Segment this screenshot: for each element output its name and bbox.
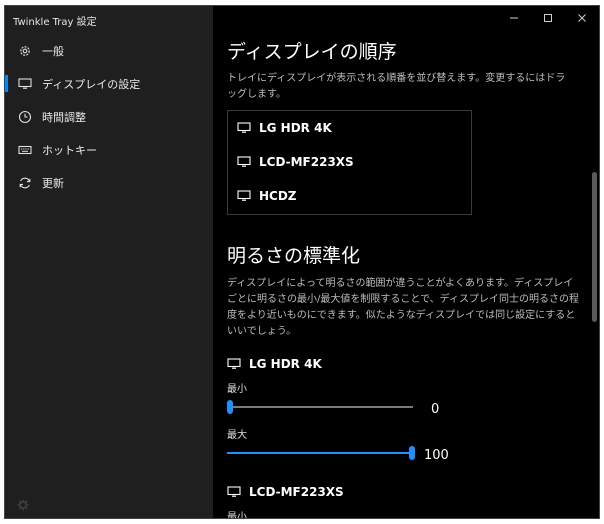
sidebar-nav: 一般 ディスプレイの設定 時間調整 ホットキー 更新 bbox=[5, 34, 213, 199]
sidebar-item-label: ホットキー bbox=[42, 143, 97, 157]
display-order-item[interactable]: HCDZ bbox=[228, 179, 471, 213]
min-value: 0 bbox=[431, 402, 440, 417]
min-brightness-slider[interactable] bbox=[227, 400, 417, 414]
sidebar-item-time[interactable]: 時間調整 bbox=[5, 100, 213, 133]
sidebar-item-label: 一般 bbox=[42, 44, 64, 58]
sidebar-item-hotkeys[interactable]: ホットキー bbox=[5, 133, 213, 166]
sidebar-item-label: 時間調整 bbox=[42, 110, 86, 124]
sidebar-item-update[interactable]: 更新 bbox=[5, 166, 213, 199]
sidebar: Twinkle Tray 設定 一般 ディスプレイの設定 時間調整 ホットキー … bbox=[5, 6, 213, 518]
monitor-icon bbox=[18, 77, 32, 91]
window-caption-buttons bbox=[497, 6, 599, 30]
normalize-display-header: LG HDR 4K bbox=[227, 357, 467, 371]
display-name: HCDZ bbox=[259, 189, 297, 203]
close-icon bbox=[578, 14, 586, 22]
display-name: LG HDR 4K bbox=[249, 357, 322, 371]
display-name: LG HDR 4K bbox=[259, 121, 332, 135]
scrollbar-thumb[interactable] bbox=[592, 172, 597, 322]
monitor-icon bbox=[237, 156, 251, 168]
max-brightness-slider[interactable] bbox=[227, 446, 417, 460]
order-section-title: ディスプレイの順序 bbox=[227, 41, 397, 63]
minimize-button[interactable] bbox=[497, 6, 531, 30]
minimize-icon bbox=[510, 17, 518, 19]
active-indicator bbox=[5, 75, 8, 92]
display-order-item[interactable]: LG HDR 4K bbox=[228, 111, 471, 145]
slider-track bbox=[227, 406, 413, 408]
sidebar-item-general[interactable]: 一般 bbox=[5, 34, 213, 67]
max-label: 最大 bbox=[227, 430, 247, 441]
brightness-icon[interactable] bbox=[17, 496, 29, 511]
refresh-icon bbox=[18, 176, 32, 190]
monitor-icon bbox=[227, 486, 241, 498]
normalize-section-description: ディスプレイによって明るさの範囲が違うことがよくあります。ディスプレイごとに明る… bbox=[227, 278, 579, 337]
normalize-display-header: LCD-MF223XS bbox=[227, 485, 467, 499]
display-order-list: LG HDR 4K LCD-MF223XS HCDZ bbox=[227, 110, 472, 215]
maximize-button[interactable] bbox=[531, 6, 565, 30]
sidebar-item-label: 更新 bbox=[42, 176, 64, 190]
min-label: 最小 bbox=[227, 512, 247, 519]
display-name: LCD-MF223XS bbox=[259, 155, 354, 169]
monitor-icon bbox=[237, 122, 251, 134]
slider-thumb[interactable] bbox=[409, 446, 415, 460]
slider-thumb[interactable] bbox=[227, 400, 233, 414]
normalize-section-title: 明るさの標準化 bbox=[227, 245, 361, 267]
maximize-icon bbox=[544, 14, 552, 22]
sidebar-item-display[interactable]: ディスプレイの設定 bbox=[5, 67, 213, 100]
slider-fill bbox=[227, 452, 410, 454]
display-name: LCD-MF223XS bbox=[249, 485, 344, 499]
sidebar-item-label: ディスプレイの設定 bbox=[42, 77, 141, 91]
display-order-item[interactable]: LCD-MF223XS bbox=[228, 145, 471, 179]
monitor-icon bbox=[227, 358, 241, 370]
min-label: 最小 bbox=[227, 384, 247, 395]
window-title: Twinkle Tray 設定 bbox=[13, 17, 97, 28]
order-section-description: トレイにディスプレイが表示される順番を並び替えます。変更するにはドラッグします。 bbox=[227, 73, 566, 100]
monitor-icon bbox=[237, 190, 251, 202]
clock-icon bbox=[18, 110, 32, 124]
settings-content: ディスプレイの順序 トレイにディスプレイが表示される順番を並び替えます。変更する… bbox=[213, 30, 599, 519]
settings-window: Twinkle Tray 設定 一般 ディスプレイの設定 時間調整 ホットキー … bbox=[4, 5, 600, 519]
max-value: 100 bbox=[424, 448, 449, 463]
keyboard-icon bbox=[18, 143, 32, 157]
close-button[interactable] bbox=[565, 6, 599, 30]
gear-icon bbox=[18, 44, 32, 58]
